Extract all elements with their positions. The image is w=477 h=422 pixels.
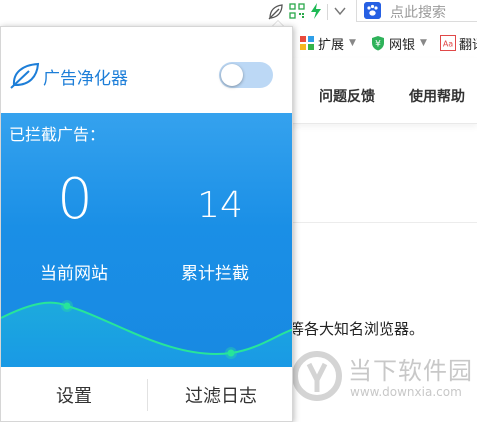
bookmark-label: 扩展: [318, 37, 345, 53]
nav-link-feedback[interactable]: 问题反馈: [319, 86, 375, 106]
nav-link-help[interactable]: 使用帮助: [409, 86, 465, 106]
settings-label: 设置: [56, 386, 92, 407]
translate-icon: Aa: [440, 35, 456, 51]
qr-code-icon[interactable]: [289, 3, 305, 19]
popup-footer: 设置 过滤日志: [1, 367, 292, 421]
bookmark-label: 网银: [389, 37, 416, 53]
caret-down-icon: ▼: [420, 38, 427, 48]
page-body-text: 等各大知名浏览器。: [289, 320, 425, 338]
watermark-title: 当下软件园: [348, 357, 473, 385]
puzzle-icon: [300, 36, 314, 50]
caret-down-icon: ▼: [349, 38, 356, 48]
svg-text:Aa: Aa: [443, 40, 453, 49]
svg-text:¥: ¥: [375, 40, 381, 50]
wave-decoration: [1, 300, 292, 367]
bookmark-online-banking[interactable]: ¥ 网银 ▼: [370, 34, 427, 53]
filter-log-label: 过滤日志: [185, 386, 257, 407]
toggle-knob[interactable]: [221, 64, 243, 86]
popup-title: 广告净化器: [43, 69, 128, 89]
watermark-url: www.downxia.com: [350, 385, 462, 399]
search-placeholder[interactable]: 点此搜索: [390, 2, 446, 22]
leaf-logo-icon: [10, 62, 40, 89]
stats-panel: 已拦截广告： 0 当前网站 14 累计拦截: [1, 113, 292, 367]
bookmark-translate[interactable]: Aa 翻译: [440, 34, 477, 53]
yuan-shield-icon: ¥: [372, 36, 384, 51]
content-divider: [290, 222, 477, 223]
leaf-icon[interactable]: [267, 3, 285, 21]
paw-logo-icon: [364, 2, 381, 19]
filter-log-button[interactable]: 过滤日志: [148, 367, 292, 421]
watermark-logo-icon: [292, 351, 342, 401]
lightning-icon[interactable]: [309, 2, 323, 20]
chevron-down-icon[interactable]: [333, 5, 347, 17]
bookmark-extensions[interactable]: 扩展 ▼: [299, 34, 356, 53]
settings-button[interactable]: 设置: [1, 367, 147, 421]
search-box[interactable]: 点此搜索: [356, 0, 477, 22]
ad-cleaner-popup: 广告净化器 已拦截广告： 0 当前网站 14 累计拦截 设置 过滤日志: [0, 26, 293, 422]
bookmark-label: 翻译: [459, 37, 477, 53]
toolbar-divider: [327, 4, 328, 20]
popup-header: 广告净化器: [1, 27, 292, 113]
browser-toolbar: 点此搜索: [0, 0, 477, 26]
ad-block-toggle[interactable]: [219, 62, 273, 88]
